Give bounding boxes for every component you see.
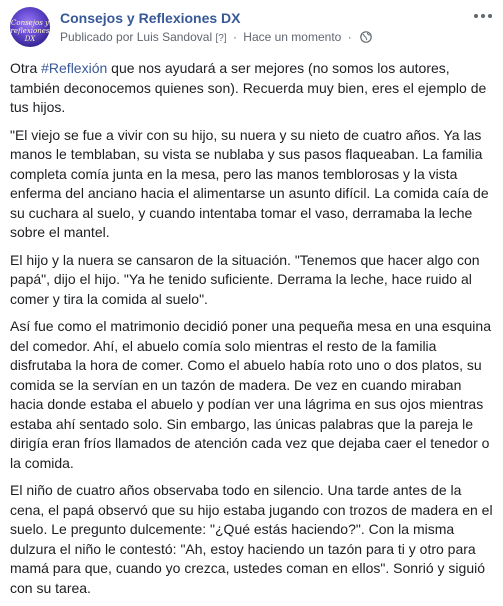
post-paragraph: El niño de cuatro años observaba todo en… xyxy=(10,482,493,596)
page-avatar[interactable]: Consejos y reflexiones DX xyxy=(10,7,50,47)
post-meta: Publicado por Luis Sandoval [?] · Hace u… xyxy=(60,30,372,46)
facebook-post: Consejos y reflexiones DX Consejos y Ref… xyxy=(0,0,503,596)
meta-separator-2: · xyxy=(347,30,352,44)
author-name-link[interactable]: Luis Sandoval xyxy=(137,30,212,44)
post-body: Otra #Reflexión que nos ayudará a ser me… xyxy=(10,59,496,606)
avatar-logo-text: Consejos y reflexiones DX xyxy=(10,19,50,43)
meta-separator: · xyxy=(232,30,237,44)
page-name-link[interactable]: Consejos y Reflexiones DX xyxy=(60,10,241,26)
post-paragraph: "El viejo se fue a vivir con su hijo, su… xyxy=(10,126,489,241)
more-options-icon[interactable] xyxy=(473,9,493,23)
timestamp-link[interactable]: Hace un momento xyxy=(243,30,341,44)
hashtag-link[interactable]: #Reflexión xyxy=(41,60,107,76)
post-intro-paragraph: Otra #Reflexión que nos ayudará a ser me… xyxy=(10,59,496,118)
post-paragraph: El hijo y la nuera se cansaron de la sit… xyxy=(10,251,480,307)
author-help-link[interactable]: [?] xyxy=(215,33,226,44)
intro-text-before: Otra xyxy=(10,60,42,76)
post-header: Consejos y reflexiones DX Consejos y Ref… xyxy=(10,7,493,53)
author-prefix: Publicado por xyxy=(60,30,134,44)
globe-icon[interactable] xyxy=(360,31,372,46)
post-paragraph: Así fue como el matrimonio decidió poner… xyxy=(10,318,491,471)
